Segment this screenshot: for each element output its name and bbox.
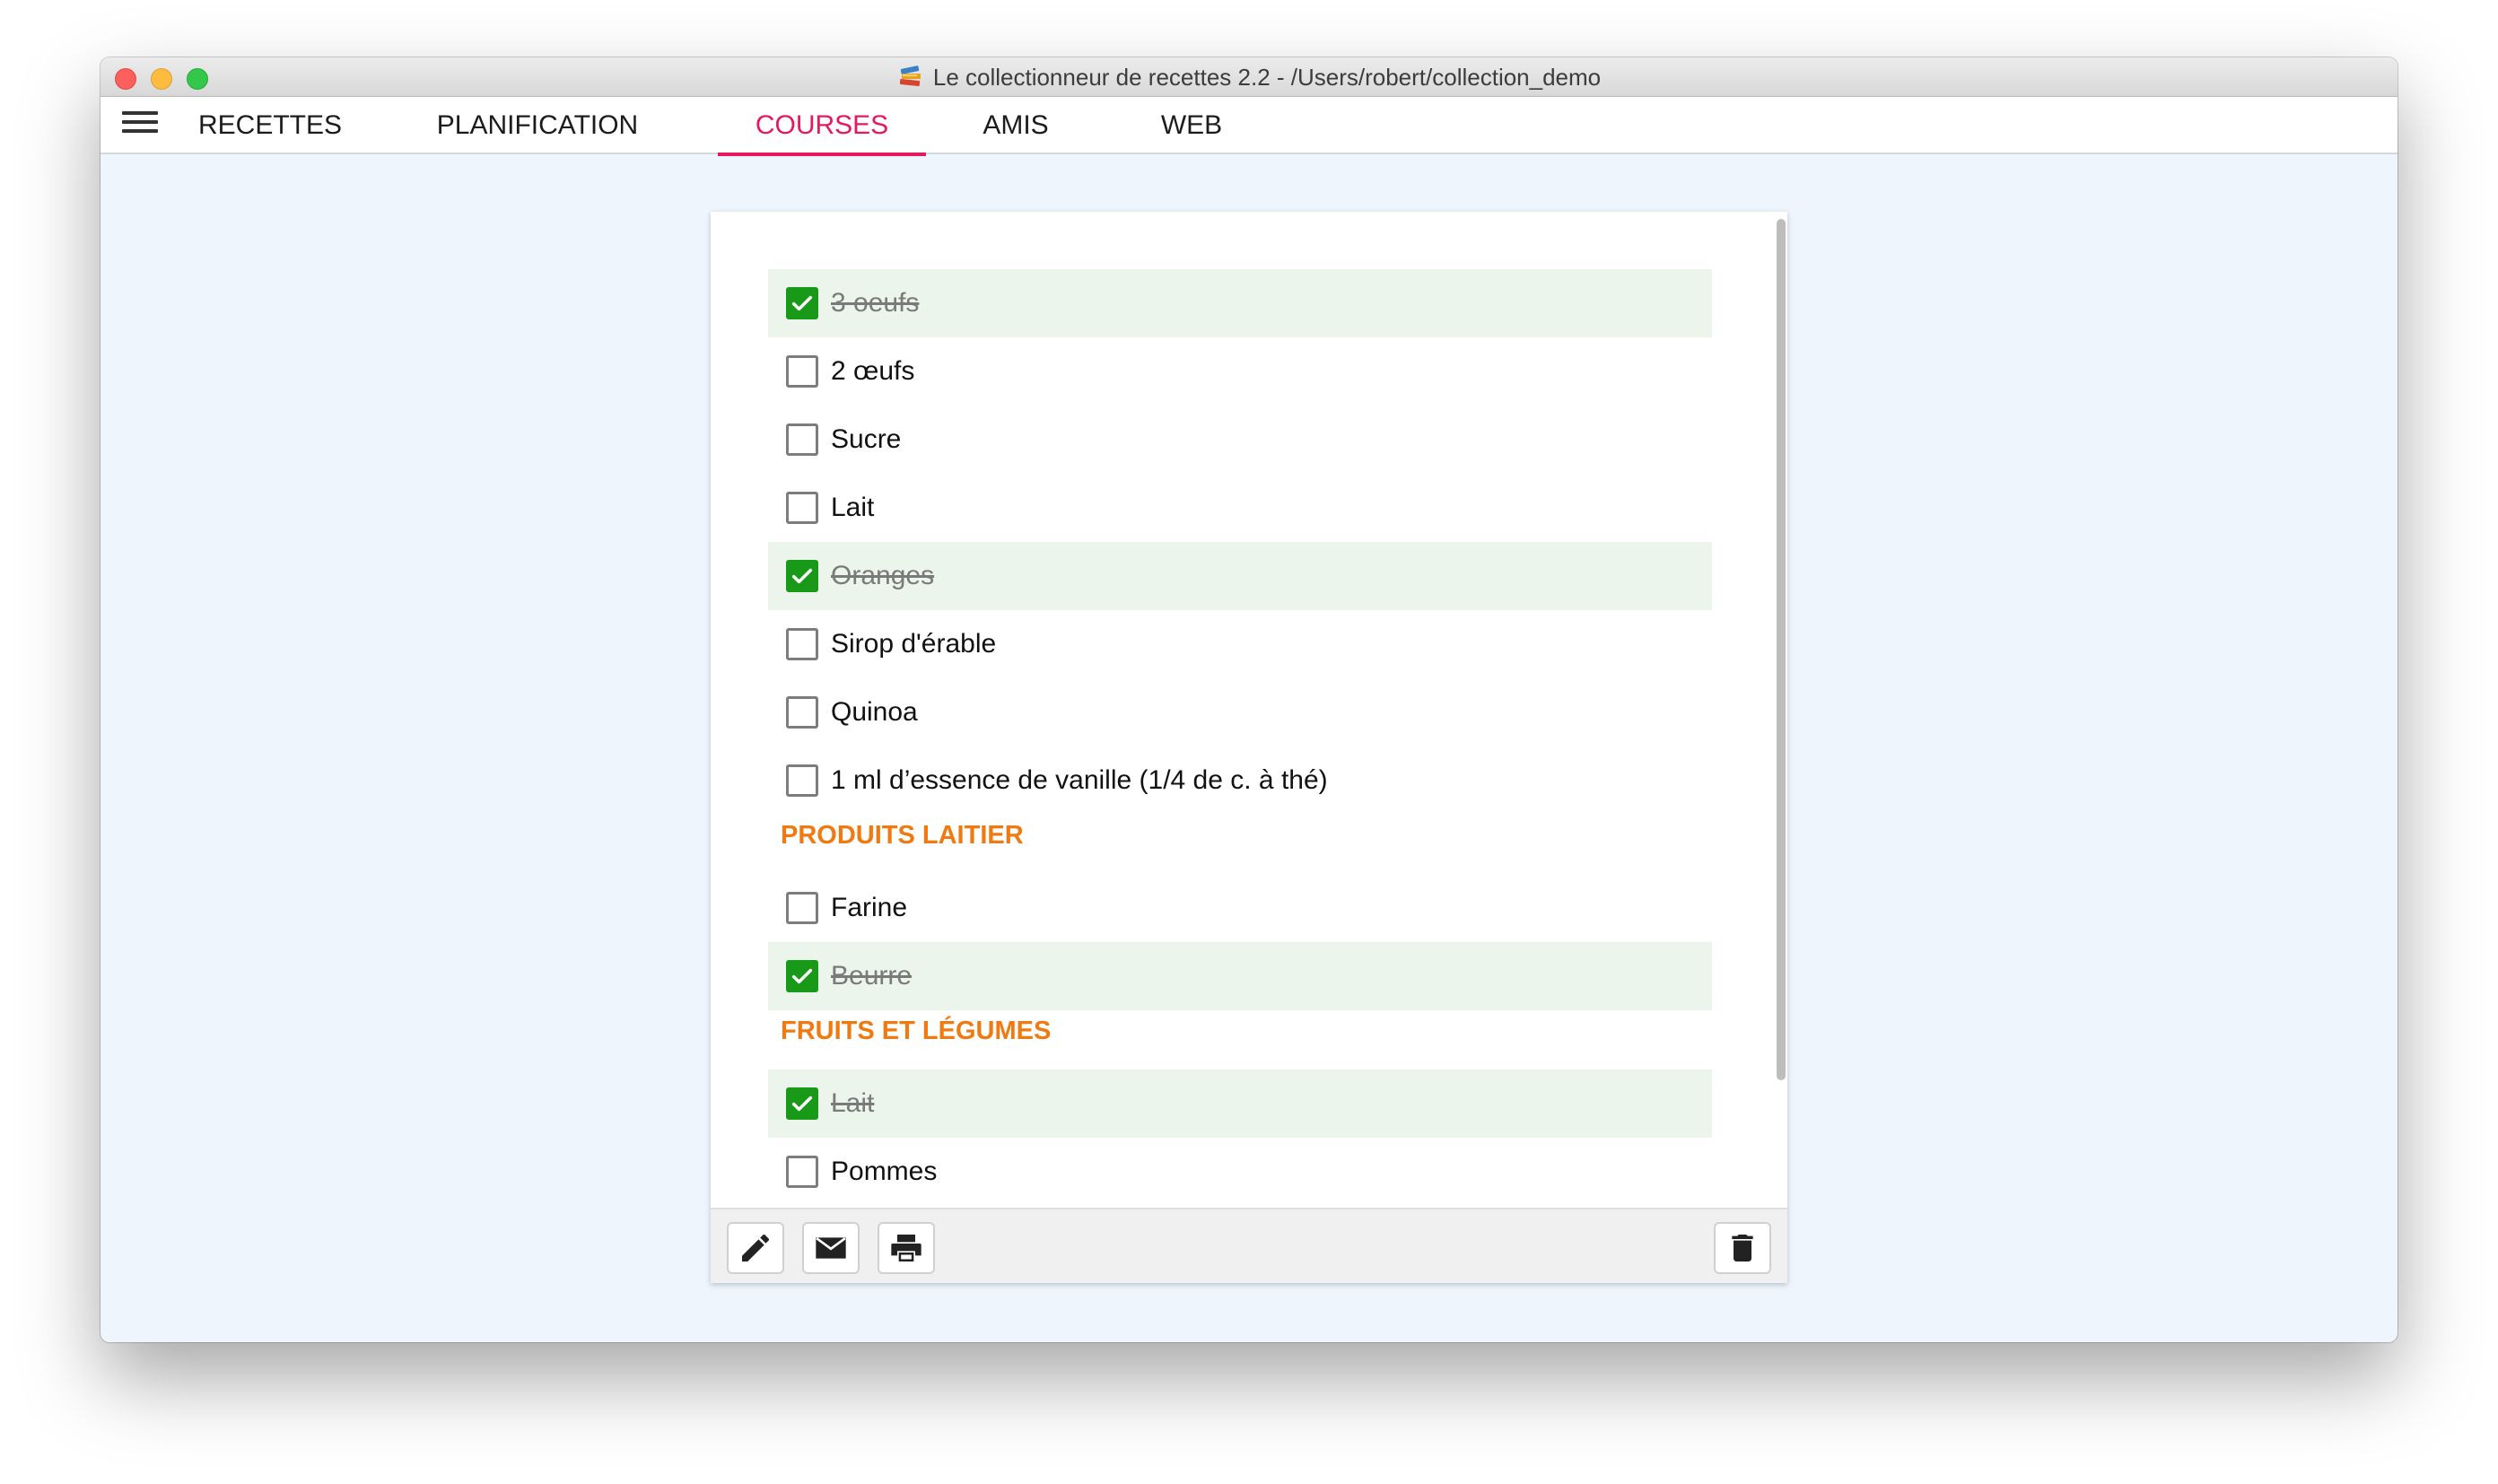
checkmark-icon bbox=[791, 568, 813, 584]
item-label: Lait bbox=[831, 1088, 875, 1118]
category-heading: FRUITS ET LÉGUMES bbox=[781, 1017, 1052, 1045]
checkmark-icon bbox=[791, 1096, 813, 1112]
book-stack-icon bbox=[899, 65, 921, 87]
minimize-window-button[interactable] bbox=[151, 68, 172, 90]
shopping-item[interactable]: Oranges bbox=[768, 542, 1712, 610]
window-title: Le collectionneur de recettes 2.2 - /Use… bbox=[932, 63, 1602, 91]
scrollbar[interactable] bbox=[1777, 219, 1786, 1080]
list-toolbar bbox=[711, 1208, 1787, 1283]
shopping-item[interactable]: Beurre bbox=[768, 942, 1712, 1010]
item-checkbox[interactable] bbox=[786, 1156, 818, 1188]
title-bar: Le collectionneur de recettes 2.2 - /Use… bbox=[100, 57, 2398, 97]
item-label: Pommes bbox=[831, 1157, 938, 1186]
shopping-item[interactable]: Lait bbox=[768, 1069, 1712, 1138]
checkmark-icon bbox=[791, 295, 813, 311]
item-label: Oranges bbox=[831, 561, 935, 590]
item-label: 3 oeufs bbox=[831, 288, 920, 318]
delete-button[interactable] bbox=[1714, 1222, 1771, 1274]
tab-web-label: WEB bbox=[1160, 110, 1223, 140]
printer-icon bbox=[891, 1235, 921, 1261]
print-button[interactable] bbox=[878, 1222, 935, 1274]
item-label: Beurre bbox=[831, 961, 913, 991]
item-label: Quinoa bbox=[831, 697, 918, 727]
item-label: 2 œufs bbox=[831, 356, 915, 386]
shopping-list-card: 3 oeufs 2 œufs Sucre Lait Oranges Sirop … bbox=[711, 212, 1787, 1283]
tab-courses-label: COURSES bbox=[755, 110, 889, 140]
shopping-item[interactable]: 3 oeufs bbox=[768, 269, 1712, 337]
item-checkbox[interactable] bbox=[786, 628, 818, 660]
tab-amis[interactable]: AMIS bbox=[942, 97, 1089, 154]
shopping-item[interactable]: Sirop d'érable bbox=[768, 610, 1712, 678]
item-checkbox[interactable] bbox=[786, 892, 818, 924]
category-heading: PRODUITS LAITIER bbox=[781, 821, 1024, 850]
hamburger-menu-icon[interactable] bbox=[122, 111, 158, 138]
shopping-item[interactable]: Quinoa bbox=[768, 678, 1712, 746]
item-label: Lait bbox=[831, 493, 875, 522]
shopping-item[interactable]: 1 ml d’essence de vanille (1/4 de c. à t… bbox=[768, 746, 1712, 815]
item-label: Sirop d'érable bbox=[831, 629, 997, 659]
item-label: Sucre bbox=[831, 424, 902, 454]
tab-bar: RECETTES PLANIFICATION COURSES AMIS WEB bbox=[100, 97, 2398, 156]
tab-recettes-label: RECETTES bbox=[197, 110, 343, 140]
item-checkbox[interactable] bbox=[786, 764, 818, 797]
trash-icon bbox=[1732, 1235, 1753, 1261]
item-checkbox[interactable] bbox=[786, 696, 818, 729]
shopping-item[interactable]: Sucre bbox=[768, 406, 1712, 474]
tab-recettes[interactable]: RECETTES bbox=[167, 97, 373, 154]
item-checkbox[interactable] bbox=[786, 560, 818, 592]
tab-planification-label: PLANIFICATION bbox=[436, 110, 639, 140]
item-checkbox[interactable] bbox=[786, 355, 818, 388]
item-checkbox[interactable] bbox=[786, 287, 818, 319]
tab-courses[interactable]: COURSES bbox=[718, 97, 926, 156]
item-checkbox[interactable] bbox=[786, 960, 818, 992]
zoom-window-button[interactable] bbox=[187, 68, 208, 90]
pencil-icon bbox=[742, 1234, 770, 1261]
edit-button[interactable] bbox=[727, 1222, 784, 1274]
close-window-button[interactable] bbox=[115, 68, 136, 90]
tab-web[interactable]: WEB bbox=[1125, 97, 1258, 154]
app-window: Le collectionneur de recettes 2.2 - /Use… bbox=[100, 57, 2398, 1342]
item-checkbox[interactable] bbox=[786, 423, 818, 456]
email-button[interactable] bbox=[802, 1222, 860, 1274]
active-tab-indicator bbox=[718, 153, 926, 156]
item-checkbox[interactable] bbox=[786, 492, 818, 524]
shopping-item[interactable]: 2 œufs bbox=[768, 337, 1712, 406]
shopping-item[interactable]: Lait bbox=[768, 474, 1712, 542]
checkmark-icon bbox=[791, 968, 813, 984]
envelope-icon bbox=[816, 1237, 846, 1259]
item-label: 1 ml d’essence de vanille (1/4 de c. à t… bbox=[831, 765, 1328, 795]
shopping-item[interactable]: Pommes bbox=[768, 1138, 1712, 1206]
item-checkbox[interactable] bbox=[786, 1087, 818, 1120]
tab-planification[interactable]: PLANIFICATION bbox=[402, 97, 673, 154]
item-label: Farine bbox=[831, 893, 908, 922]
tab-amis-label: AMIS bbox=[983, 110, 1049, 140]
shopping-item[interactable]: Farine bbox=[768, 874, 1712, 942]
